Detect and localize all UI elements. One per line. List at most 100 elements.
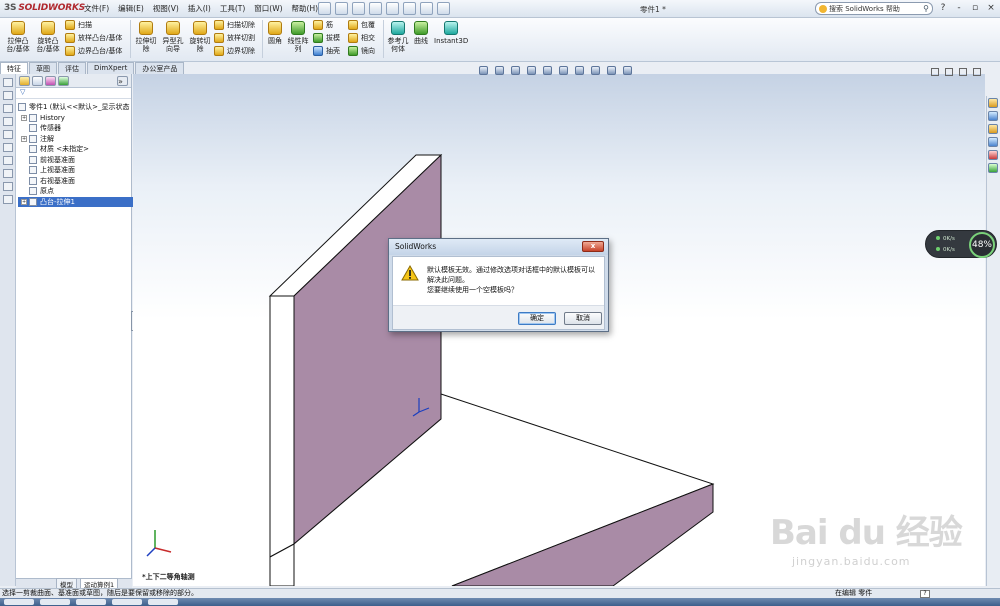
- boundary-cut-button[interactable]: 边界切除: [214, 46, 255, 56]
- surface-tool-icon[interactable]: [3, 143, 13, 152]
- lofted-cut-button[interactable]: 放样切割: [214, 33, 255, 43]
- swept-cut-button[interactable]: 扫描切除: [214, 20, 255, 30]
- taskbar-item[interactable]: [112, 599, 142, 605]
- filter-icon[interactable]: ▽: [16, 88, 131, 99]
- tree-item-part[interactable]: 零件1 (默认<<默认>_显示状态: [18, 102, 131, 113]
- feature-tool-icon[interactable]: [3, 91, 13, 100]
- tab-dimxpert[interactable]: DimXpert: [87, 62, 135, 74]
- tree-item-front-plane[interactable]: 前视基准面: [18, 155, 131, 166]
- cancel-button[interactable]: 取消: [564, 312, 602, 325]
- reference-geometry-button[interactable]: 参考几 何体: [386, 21, 410, 53]
- dialog-close-button[interactable]: x: [582, 241, 604, 252]
- sweep-button[interactable]: 扫描: [65, 20, 92, 30]
- relation-tool-icon[interactable]: [3, 117, 13, 126]
- help-button[interactable]: ?: [938, 3, 948, 13]
- sheet-metal-tool-icon[interactable]: [3, 156, 13, 165]
- tree-item-material[interactable]: 材质 <未指定>: [18, 144, 131, 155]
- tab-office-products[interactable]: 办公室产品: [135, 62, 185, 74]
- select-icon[interactable]: [403, 2, 416, 15]
- l-bracket-model[interactable]: [268, 153, 715, 586]
- extrude-boss-icon: [11, 21, 25, 35]
- menu-view[interactable]: 视图(V): [153, 3, 179, 14]
- status-help-button[interactable]: ?: [920, 590, 930, 598]
- close-button[interactable]: ×: [986, 3, 996, 13]
- boundary-boss-button[interactable]: 边界凸台/基体: [65, 46, 122, 56]
- menu-help[interactable]: 帮助(H): [292, 3, 319, 14]
- wrap-button[interactable]: 包覆: [348, 20, 375, 30]
- open-icon[interactable]: [335, 2, 348, 15]
- mold-tool-icon[interactable]: [3, 169, 13, 178]
- shell-button[interactable]: 抽壳: [313, 46, 340, 56]
- curves-button[interactable]: 曲线: [412, 21, 430, 45]
- tree-item-top-plane[interactable]: 上视基准面: [18, 165, 131, 176]
- expand-toggle[interactable]: +: [21, 135, 27, 142]
- tree-item-origin[interactable]: 原点: [18, 186, 131, 197]
- intersect-button[interactable]: 相交: [348, 33, 375, 43]
- menu-window[interactable]: 窗口(W): [254, 3, 282, 14]
- taskbar-item[interactable]: [148, 599, 178, 605]
- restore-button[interactable]: ▫: [970, 3, 980, 13]
- sketch-tool-icon[interactable]: [3, 78, 13, 87]
- help-search-input[interactable]: 搜索 SolidWorks 帮助 ⚲: [815, 2, 933, 15]
- extrude-boss-button[interactable]: 拉伸凸 台/基体: [4, 21, 32, 53]
- expand-toggle[interactable]: +: [21, 198, 27, 205]
- menu-edit[interactable]: 编辑(E): [118, 3, 144, 14]
- tree-item-annotations[interactable]: + 注解: [18, 134, 131, 145]
- tree-item-right-plane[interactable]: 右视基准面: [18, 176, 131, 187]
- rib-button[interactable]: 筋: [313, 20, 333, 30]
- curve-tool-icon[interactable]: [3, 130, 13, 139]
- property-manager-icon[interactable]: [32, 76, 43, 86]
- tab-evaluate[interactable]: 评估: [58, 62, 86, 74]
- search-scope-icon[interactable]: [819, 5, 827, 13]
- table-tool-icon[interactable]: [3, 195, 13, 204]
- rebuild-icon[interactable]: [420, 2, 433, 15]
- ok-button[interactable]: 确定: [518, 312, 556, 325]
- upload-speed: 0K/s: [936, 236, 955, 242]
- mirror-button[interactable]: 镜向: [348, 46, 375, 56]
- loft-boss-button[interactable]: 放样凸台/基体: [65, 33, 122, 43]
- revolve-cut-button[interactable]: 旋转切 除: [188, 21, 212, 53]
- tab-sketch[interactable]: 草图: [29, 62, 57, 74]
- custom-properties-icon[interactable]: [988, 163, 998, 173]
- feature-manager-tree-icon[interactable]: [19, 76, 30, 86]
- upload-dot-icon: [936, 236, 940, 240]
- fillet-button[interactable]: 圆角: [265, 21, 285, 45]
- tree-item-boss-extrude[interactable]: + 凸台-拉伸1: [18, 196, 134, 207]
- tab-features[interactable]: 特征: [0, 62, 28, 74]
- instant3d-button[interactable]: Instant3D: [434, 21, 468, 45]
- new-document-icon[interactable]: [318, 2, 331, 15]
- revolve-cut-icon: [193, 21, 207, 35]
- solidworks-resources-icon[interactable]: [988, 98, 998, 108]
- search-results-icon[interactable]: [988, 137, 998, 147]
- minimize-button[interactable]: -: [954, 3, 964, 13]
- extrude-cut-button[interactable]: 拉伸切 除: [134, 21, 158, 53]
- tree-item-history[interactable]: + History: [18, 113, 131, 124]
- expand-toggle[interactable]: +: [21, 114, 27, 121]
- save-icon[interactable]: [352, 2, 365, 15]
- tree-item-sensors[interactable]: 传感器: [18, 123, 131, 134]
- taskbar-item[interactable]: [4, 599, 34, 605]
- appearances-icon[interactable]: [988, 150, 998, 160]
- menu-tools[interactable]: 工具(T): [220, 3, 245, 14]
- linear-pattern-button[interactable]: 线性阵 列: [287, 21, 309, 53]
- menu-insert[interactable]: 插入(I): [188, 3, 211, 14]
- network-speed-widget[interactable]: 0K/s 0K/s 48%: [925, 230, 997, 258]
- taskbar-item[interactable]: [40, 599, 70, 605]
- file-explorer-icon[interactable]: [988, 124, 998, 134]
- draft-button[interactable]: 拔模: [313, 33, 340, 43]
- taskbar-item[interactable]: [76, 599, 106, 605]
- weldment-tool-icon[interactable]: [3, 182, 13, 191]
- display-manager-icon[interactable]: [58, 76, 69, 86]
- design-library-icon[interactable]: [988, 111, 998, 121]
- configuration-manager-icon[interactable]: [45, 76, 56, 86]
- dimension-tool-icon[interactable]: [3, 104, 13, 113]
- menu-file[interactable]: 文件(F): [84, 3, 109, 14]
- hole-wizard-button[interactable]: 异型孔 向导: [160, 21, 186, 53]
- print-icon[interactable]: [369, 2, 382, 15]
- revolve-boss-button[interactable]: 旋转凸 台/基体: [34, 21, 62, 53]
- undo-icon[interactable]: [386, 2, 399, 15]
- file-properties-icon[interactable]: [437, 2, 450, 15]
- memory-percent: 48%: [969, 232, 995, 258]
- search-icon[interactable]: ⚲: [923, 4, 929, 13]
- chevron-right-icon[interactable]: »: [117, 76, 128, 86]
